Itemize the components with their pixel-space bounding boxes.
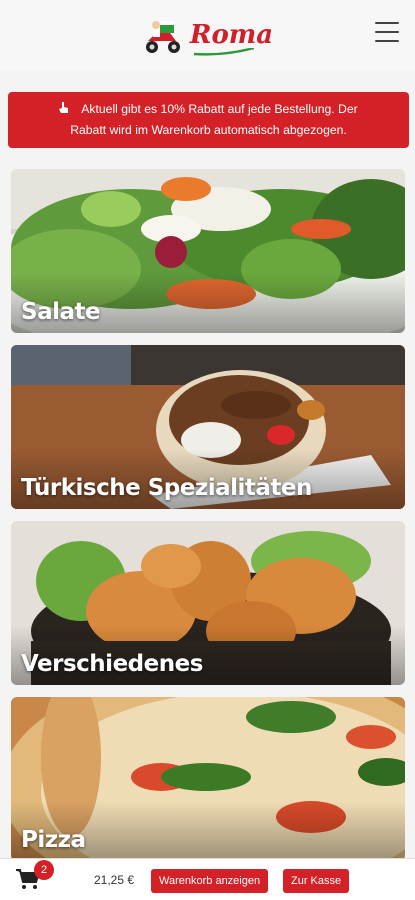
shopping-cart-button[interactable]: 2 bbox=[16, 859, 54, 892]
logo-swoosh bbox=[193, 48, 254, 56]
pointing-hand-icon bbox=[59, 102, 69, 113]
category-card-tuerkische-spezialitaeten[interactable]: Türkische Spezialitäten bbox=[11, 345, 405, 509]
hamburger-menu-icon[interactable] bbox=[375, 22, 399, 42]
logo-scooter-icon bbox=[145, 21, 180, 53]
category-card-pizza[interactable]: Pizza bbox=[11, 697, 405, 861]
logo-text: Roma bbox=[189, 20, 274, 50]
roma-logo[interactable]: Roma bbox=[142, 13, 273, 57]
category-card-verschiedenes[interactable]: Verschiedenes bbox=[11, 521, 405, 685]
cart-bar: 2 21,25 € Warenkorb anzeigen Zur Kasse bbox=[0, 858, 415, 900]
checkout-button[interactable]: Zur Kasse bbox=[283, 869, 350, 893]
app-header: Roma bbox=[0, 0, 415, 70]
category-label-verschiedenes: Verschiedenes bbox=[21, 651, 203, 677]
category-label-tuerkische-spezialitaeten: Türkische Spezialitäten bbox=[21, 475, 312, 501]
category-label-pizza: Pizza bbox=[21, 827, 86, 853]
banner-line-2: Rabatt wird im Warenkorb automatisch abg… bbox=[70, 123, 347, 137]
show-cart-button[interactable]: Warenkorb anzeigen bbox=[151, 869, 269, 893]
discount-banner: Aktuell gibt es 10% Rabatt auf jede Best… bbox=[8, 92, 409, 148]
category-label-salate: Salate bbox=[21, 299, 101, 325]
category-card-salate[interactable]: Salate bbox=[11, 169, 405, 333]
banner-line-1: Aktuell gibt es 10% Rabatt auf jede Best… bbox=[81, 102, 358, 116]
cart-count-badge: 2 bbox=[34, 859, 54, 880]
cart-total: 21,25 € bbox=[94, 873, 135, 887]
